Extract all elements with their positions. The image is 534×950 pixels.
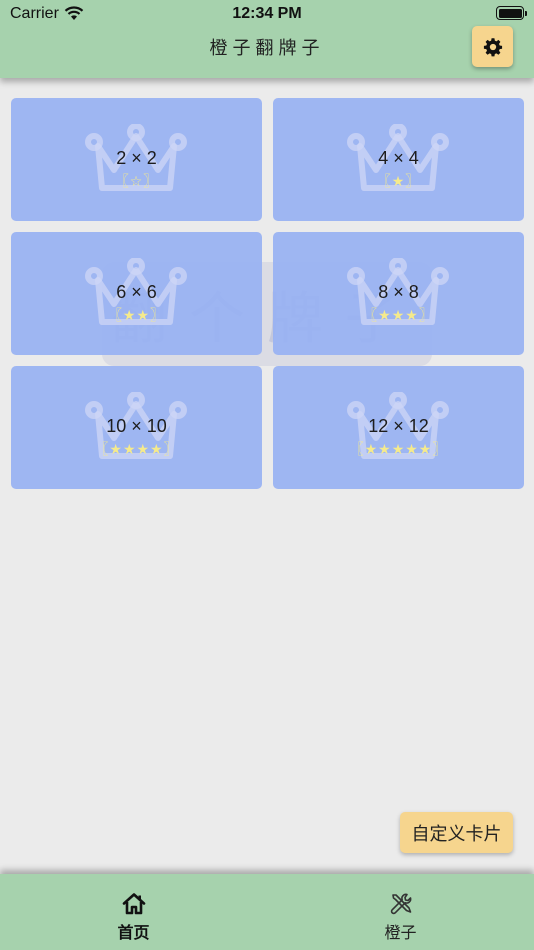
- level-card-4x4[interactable]: 4 × 4 〖★〗: [273, 98, 524, 221]
- level-stars: 〖★〗: [376, 174, 421, 190]
- level-card-8x8[interactable]: 8 × 8 〖★★★〗: [273, 232, 524, 355]
- level-card-6x6[interactable]: 6 × 6 〖★★〗: [11, 232, 262, 355]
- level-size: 6 × 6: [116, 282, 157, 302]
- main-content: 翻个牌子 2 × 2 〖☆〗 4 × 4 〖★〗 6 × 6 〖★★〗 8 × …: [0, 78, 534, 874]
- home-icon: [122, 893, 145, 915]
- top-bar: Carrier 12:34 PM 橙子翻牌子: [0, 0, 534, 78]
- level-size: 12 × 12: [368, 416, 429, 436]
- settings-button[interactable]: [472, 26, 513, 67]
- level-size: 10 × 10: [106, 416, 167, 436]
- battery-icon: [496, 6, 527, 20]
- status-time: 12:34 PM: [232, 5, 302, 22]
- tab-label: 橙子: [384, 923, 417, 942]
- tab-orange[interactable]: 橙子: [267, 874, 534, 950]
- level-card-2x2[interactable]: 2 × 2 〖☆〗: [11, 98, 262, 221]
- tab-home[interactable]: 首页: [0, 874, 267, 950]
- level-size: 8 × 8: [378, 282, 419, 302]
- level-stars: 〖★★★★★〗: [349, 442, 448, 458]
- level-stars: 〖★★〗: [107, 308, 166, 324]
- custom-cards-button[interactable]: 自定义卡片: [400, 812, 513, 853]
- level-size: 4 × 4: [378, 148, 419, 168]
- level-size: 2 × 2: [116, 148, 157, 168]
- tab-label: 首页: [117, 923, 150, 942]
- page-title: 橙子翻牌子: [209, 38, 325, 59]
- tools-icon: [390, 893, 411, 915]
- level-card-12x12[interactable]: 12 × 12 〖★★★★★〗: [273, 366, 524, 489]
- level-stars: 〖★★★〗: [363, 308, 434, 324]
- level-stars: 〖☆〗: [114, 174, 159, 190]
- status-bar: Carrier 12:34 PM: [0, 0, 534, 28]
- tab-bar: 首页 橙子: [0, 874, 534, 950]
- level-stars: 〖★★★★〗: [94, 442, 179, 458]
- level-card-10x10[interactable]: 10 × 10 〖★★★★〗: [11, 366, 262, 489]
- level-grid: 2 × 2 〖☆〗 4 × 4 〖★〗 6 × 6 〖★★〗 8 × 8 〖★★…: [11, 98, 524, 489]
- gear-icon: [483, 37, 502, 56]
